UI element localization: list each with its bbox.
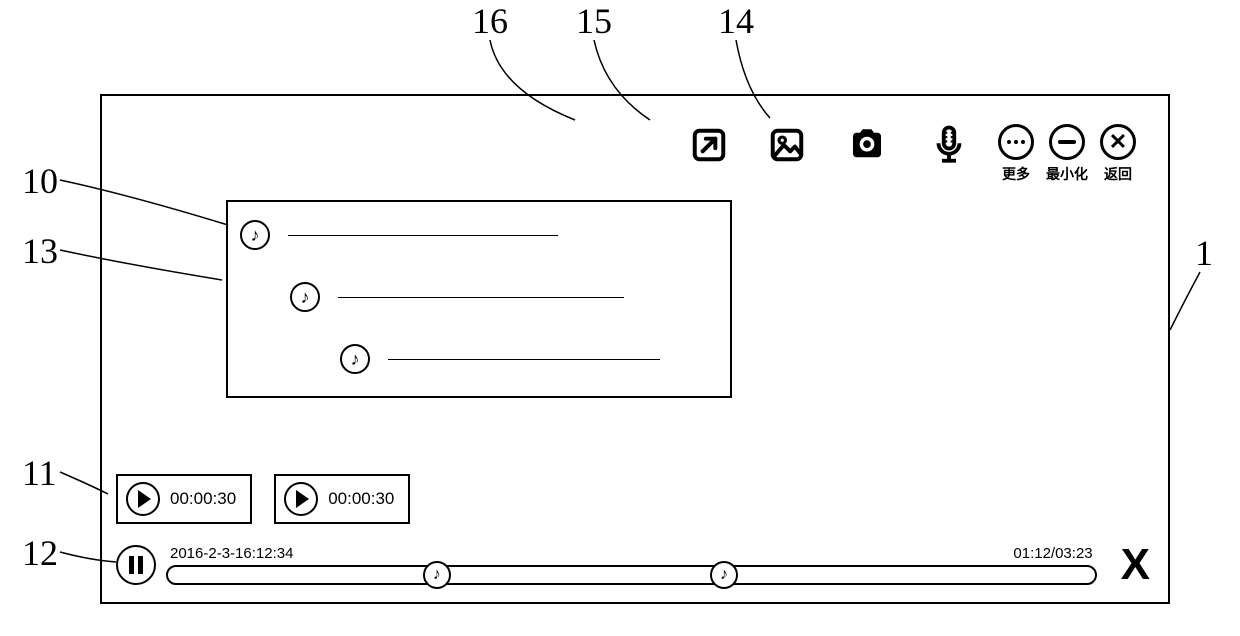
pause-button[interactable]: [116, 545, 156, 585]
callout-11: 11: [22, 452, 57, 494]
timeline-marker-2[interactable]: ♪: [710, 561, 738, 589]
callout-1: 1: [1195, 232, 1213, 274]
more-button[interactable]: 更多: [998, 124, 1034, 184]
audio-clip-1[interactable]: 00:00:30: [116, 474, 252, 524]
timeline-area: 2016-2-3-16:12:34 01:12/03:23 ♪ ♪ X: [116, 540, 1150, 590]
music-note-icon: ♪: [340, 344, 370, 374]
clip-duration: 00:00:30: [170, 489, 236, 509]
audio-clip-2[interactable]: 00:00:30: [274, 474, 410, 524]
callout-16: 16: [472, 0, 508, 42]
play-icon: [126, 482, 160, 516]
app-window: 更多 最小化 ✕ 返回 ♪: [100, 94, 1170, 604]
audio-row-3[interactable]: ♪: [340, 344, 660, 374]
timestamp-label: 2016-2-3-16:12:34: [170, 545, 293, 562]
top-toolbar: 更多 最小化 ✕ 返回: [690, 124, 1136, 184]
audio-list-panel: ♪ ♪ ♪: [226, 200, 732, 398]
window-controls: 更多 最小化 ✕ 返回: [998, 124, 1136, 184]
toolbar-icons: [690, 124, 970, 166]
timeline-track[interactable]: ♪ ♪: [166, 565, 1097, 585]
pause-icon: [138, 556, 143, 574]
image-icon[interactable]: [768, 126, 806, 164]
clip-duration: 00:00:30: [328, 489, 394, 509]
audio-row-line: [388, 359, 660, 360]
music-note-icon: ♪: [240, 220, 270, 250]
audio-row-line: [338, 297, 624, 298]
pause-icon: [129, 556, 134, 574]
clips-area: 00:00:30 00:00:30: [116, 474, 410, 524]
elapsed-label: 01:12/03:23: [1013, 545, 1092, 562]
callout-12: 12: [22, 532, 58, 574]
audio-row-line: [288, 235, 558, 236]
audio-row-2[interactable]: ♪: [290, 282, 624, 312]
minimize-label: 最小化: [1046, 164, 1088, 184]
audio-row-1[interactable]: ♪: [240, 220, 558, 250]
callout-14: 14: [718, 0, 754, 42]
close-x-button[interactable]: X: [1121, 540, 1150, 590]
close-label: 返回: [1104, 164, 1132, 184]
callout-13: 13: [22, 230, 58, 272]
callout-10: 10: [22, 160, 58, 202]
music-note-icon: ♪: [290, 282, 320, 312]
timeline-body: 2016-2-3-16:12:34 01:12/03:23 ♪ ♪: [166, 545, 1097, 585]
open-external-icon[interactable]: [690, 126, 728, 164]
play-icon: [284, 482, 318, 516]
callout-15: 15: [576, 0, 612, 42]
close-button[interactable]: ✕ 返回: [1100, 124, 1136, 184]
camera-icon[interactable]: [846, 124, 888, 166]
timeline-marker-1[interactable]: ♪: [423, 561, 451, 589]
minimize-button[interactable]: 最小化: [1046, 124, 1088, 184]
more-icon: [1007, 140, 1025, 144]
more-label: 更多: [1002, 164, 1030, 184]
microphone-icon[interactable]: [928, 124, 970, 166]
minimize-icon: [1058, 140, 1076, 144]
close-icon: ✕: [1109, 131, 1127, 153]
